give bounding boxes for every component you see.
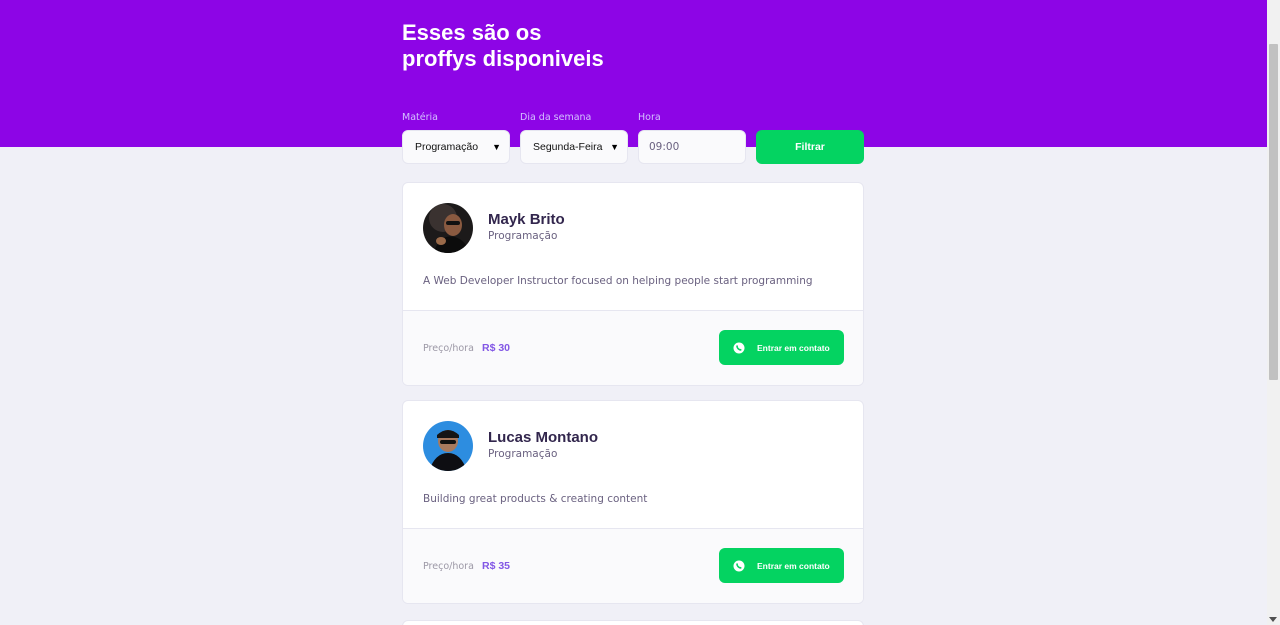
scrollbar-thumb[interactable] <box>1269 44 1278 380</box>
avatar <box>423 203 473 253</box>
teacher-bio: Building great products & creating conte… <box>423 493 648 505</box>
subject-select-value: Programação <box>415 141 479 153</box>
teacher-card-header: Mayk Brito Programação A Web Developer I… <box>403 183 863 310</box>
teacher-bio: A Web Developer Instructor focused on he… <box>423 275 813 287</box>
price-value: R$ 30 <box>482 342 511 354</box>
page-header: Esses são os proffys disponiveis <box>0 0 1267 147</box>
avatar <box>423 421 473 471</box>
teacher-card-footer: Preço/hora R$ 35 Entrar em contato <box>403 528 863 603</box>
teacher-card: Lucas Montano Programação Building great… <box>402 400 864 604</box>
subject-label: Matéria <box>402 112 438 123</box>
teacher-card <box>402 620 864 625</box>
chevron-down-icon: ▼ <box>610 142 619 152</box>
contact-button[interactable]: Entrar em contato <box>719 548 844 583</box>
whatsapp-icon <box>733 560 745 571</box>
scroll-down-arrow-icon[interactable] <box>1269 617 1277 622</box>
time-input[interactable]: 09:00 <box>638 130 746 164</box>
whatsapp-icon <box>733 342 745 353</box>
page-title-line1: Esses são os <box>402 20 542 45</box>
teacher-card-footer: Preço/hora R$ 30 Entrar em contato <box>403 310 863 385</box>
teacher-name: Lucas Montano <box>488 429 599 446</box>
page-title-line2: proffys disponiveis <box>402 46 604 71</box>
weekday-label: Dia da semana <box>520 112 592 123</box>
contact-button[interactable]: Entrar em contato <box>719 330 844 365</box>
time-input-value: 09:00 <box>649 141 680 153</box>
contact-button-label: Entrar em contato <box>757 342 830 353</box>
time-label: Hora <box>638 112 661 123</box>
teacher-subject: Programação <box>488 448 558 460</box>
chevron-down-icon: ▼ <box>492 142 501 152</box>
teacher-subject: Programação <box>488 230 558 242</box>
filter-button[interactable]: Filtrar <box>756 130 864 164</box>
weekday-select-value: Segunda-Feira <box>533 141 603 153</box>
subject-select[interactable]: Programação ▼ <box>402 130 510 164</box>
teacher-card: Mayk Brito Programação A Web Developer I… <box>402 182 864 386</box>
teacher-name: Mayk Brito <box>488 211 565 228</box>
price-label: Preço/hora <box>423 343 474 354</box>
weekday-select[interactable]: Segunda-Feira ▼ <box>520 130 628 164</box>
page-title: Esses são os proffys disponiveis <box>402 20 722 72</box>
scrollbar[interactable] <box>1267 0 1280 625</box>
teacher-card-header: Lucas Montano Programação Building great… <box>403 401 863 528</box>
price-label: Preço/hora <box>423 561 474 572</box>
price-value: R$ 35 <box>482 560 511 572</box>
contact-button-label: Entrar em contato <box>757 560 830 571</box>
